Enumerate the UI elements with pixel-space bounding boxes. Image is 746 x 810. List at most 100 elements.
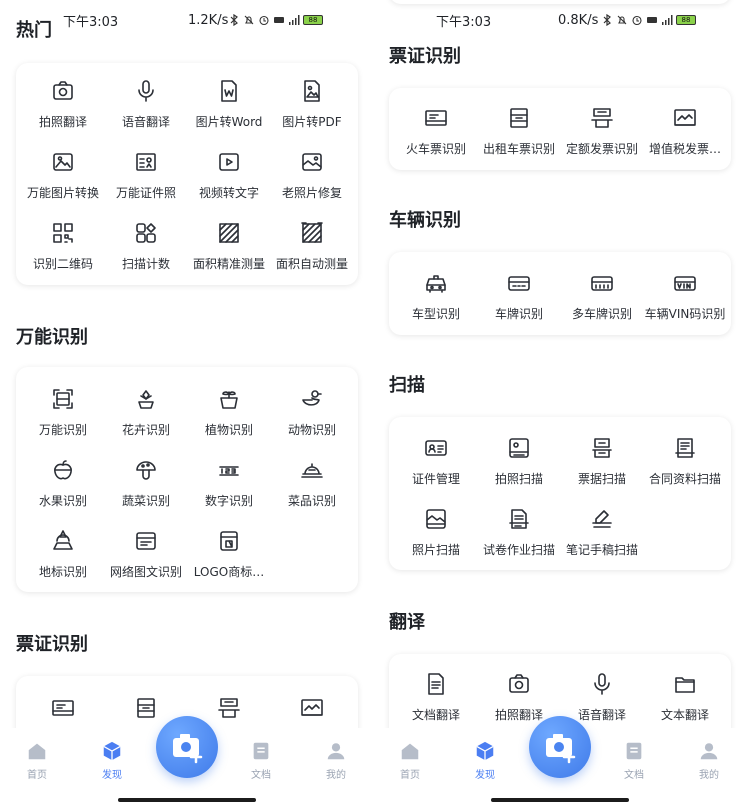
tool-item[interactable]: 数字识别 <box>186 458 272 518</box>
doc-translate-icon <box>424 672 448 696</box>
plant-icon <box>217 387 241 411</box>
camera-fab-button[interactable] <box>156 716 218 778</box>
tool-item[interactable]: 老照片修复 <box>269 150 355 210</box>
tool-item-label: 数字识别 <box>204 494 253 508</box>
tab-label: 文档 <box>251 770 271 781</box>
tool-item[interactable]: 文档翻译 <box>393 672 479 732</box>
tab-profile[interactable]: 我的 <box>679 740 739 790</box>
web-image-icon <box>134 529 158 553</box>
tool-item[interactable]: 笔记手稿扫描 <box>559 507 645 567</box>
tool-item-label: 定额发票识别 <box>565 142 638 156</box>
tool-item[interactable]: 万能识别 <box>20 387 106 447</box>
tool-item[interactable]: 菜品识别 <box>269 458 355 518</box>
home-icon <box>26 740 48 762</box>
tool-item[interactable]: 语音翻译 <box>103 79 189 139</box>
tool-item[interactable]: 多车牌识别 <box>559 271 645 331</box>
tool-item[interactable]: 定额发票识别 <box>559 106 645 166</box>
tool-item[interactable]: 图片转PDF <box>269 79 355 139</box>
bluetooth-icon <box>601 13 613 27</box>
plate-icon <box>507 271 531 295</box>
tool-item[interactable]: 拍照扫描 <box>476 436 562 496</box>
tool-item[interactable]: 万能证件照 <box>103 150 189 210</box>
train-ticket-icon <box>424 106 448 130</box>
tool-item-label: 增值税发票… <box>648 142 721 156</box>
tab-home[interactable]: 首页 <box>380 740 440 790</box>
tool-item[interactable]: 水果识别 <box>20 458 106 518</box>
tool-item[interactable]: 面积精准测量 <box>186 221 272 281</box>
tool-item-label: 万能识别 <box>38 423 87 437</box>
note-scan-icon <box>590 507 614 531</box>
tab-label: 我的 <box>699 770 719 781</box>
tool-item[interactable]: 植物识别 <box>186 387 272 447</box>
tool-item[interactable]: 车辆VIN码识别 <box>642 271 728 331</box>
home-indicator <box>491 798 629 802</box>
tab-discover-cube[interactable]: 发现 <box>82 740 142 790</box>
tool-item[interactable]: 证件管理 <box>393 436 479 496</box>
status-speed: 1.2K/s <box>188 12 229 28</box>
tool-item[interactable]: 万能图片转换 <box>20 150 106 210</box>
tool-item[interactable]: 火车票识别 <box>393 106 479 166</box>
tool-item[interactable]: 识别二维码 <box>20 221 106 281</box>
vehicle-card: 车型识别 车牌识别 多车牌识别 车辆VIN码识别 <box>389 252 731 335</box>
camera-fab-button[interactable] <box>529 716 591 778</box>
qrcode-icon <box>51 221 75 245</box>
tool-item[interactable]: 动物识别 <box>269 387 355 447</box>
tool-item[interactable]: 试卷作业扫描 <box>476 507 562 567</box>
tool-item[interactable]: 图片转Word <box>186 79 272 139</box>
tool-item[interactable]: LOGO商标… <box>186 529 272 589</box>
tool-item-label: 花卉识别 <box>121 423 170 437</box>
scan-count-icon <box>134 221 158 245</box>
tool-item[interactable]: 面积自动测量 <box>269 221 355 281</box>
tool-item-label: LOGO商标… <box>193 565 265 579</box>
taxi-receipt-icon <box>507 106 531 130</box>
status-speed: 0.8K/s <box>558 12 599 28</box>
tool-item[interactable]: 视频转文字 <box>186 150 272 210</box>
image-convert-icon <box>51 150 75 174</box>
tool-item[interactable]: 扫描计数 <box>103 221 189 281</box>
tool-item[interactable]: 网络图文识别 <box>103 529 189 589</box>
flower-icon <box>134 387 158 411</box>
bluetooth-icon <box>228 13 240 27</box>
translate-section-title: 翻译 <box>389 612 425 633</box>
train-ticket-icon <box>51 696 75 720</box>
tab-profile[interactable]: 我的 <box>306 740 366 790</box>
camera-translate-icon <box>51 79 75 103</box>
tool-item[interactable]: 合同资料扫描 <box>642 436 728 496</box>
tab-label: 首页 <box>400 770 420 781</box>
tool-item-label: 照片扫描 <box>411 543 460 557</box>
tool-item[interactable]: 文本翻译 <box>642 672 728 732</box>
tool-item-label: 文本翻译 <box>660 708 709 722</box>
tool-item[interactable]: 蔬菜识别 <box>103 458 189 518</box>
discover-cube-icon <box>474 740 496 762</box>
tab-discover-cube[interactable]: 发现 <box>455 740 515 790</box>
tab-label: 发现 <box>475 770 495 781</box>
tab-document[interactable]: 文档 <box>231 740 291 790</box>
tool-item[interactable]: 花卉识别 <box>103 387 189 447</box>
tool-item[interactable]: 拍照翻译 <box>20 79 106 139</box>
tab-document[interactable]: 文档 <box>604 740 664 790</box>
number-icon <box>217 458 241 482</box>
vehicle-section-title: 车辆识别 <box>389 210 461 231</box>
tool-item-label: 图片转PDF <box>282 115 342 129</box>
tool-item[interactable]: 照片扫描 <box>393 507 479 567</box>
tool-item-label: 图片转Word <box>195 115 263 129</box>
tool-item[interactable]: 增值税发票… <box>642 106 728 166</box>
tool-item[interactable]: 车型识别 <box>393 271 479 331</box>
mushroom-icon <box>134 458 158 482</box>
tool-item-label: 试卷作业扫描 <box>482 543 555 557</box>
tool-item[interactable]: 票据扫描 <box>559 436 645 496</box>
photo-scan-icon <box>507 436 531 460</box>
tool-item[interactable]: 出租车票识别 <box>476 106 562 166</box>
id-card-icon <box>424 436 448 460</box>
right-screen: 下午3:03 0.8K/s 88 票证识别 火车票识别 出租车票识别 定额发票识别增… <box>373 0 746 810</box>
profile-icon <box>698 740 720 762</box>
status-icons: 88 <box>601 13 696 27</box>
tool-item-label: 识别二维码 <box>32 257 93 271</box>
tool-item-label: 出租车票识别 <box>482 142 555 156</box>
tool-item-label: 面积自动测量 <box>275 257 348 271</box>
universal-card: 万能识别 花卉识别 植物识别 动物识别水果识别 蔬菜识别 数字识别 菜品识别地标识别 网络图文… <box>16 367 358 592</box>
contract-scan-icon <box>673 436 697 460</box>
tool-item[interactable]: 车牌识别 <box>476 271 562 331</box>
tab-home[interactable]: 首页 <box>7 740 67 790</box>
tool-item[interactable]: 地标识别 <box>20 529 106 589</box>
